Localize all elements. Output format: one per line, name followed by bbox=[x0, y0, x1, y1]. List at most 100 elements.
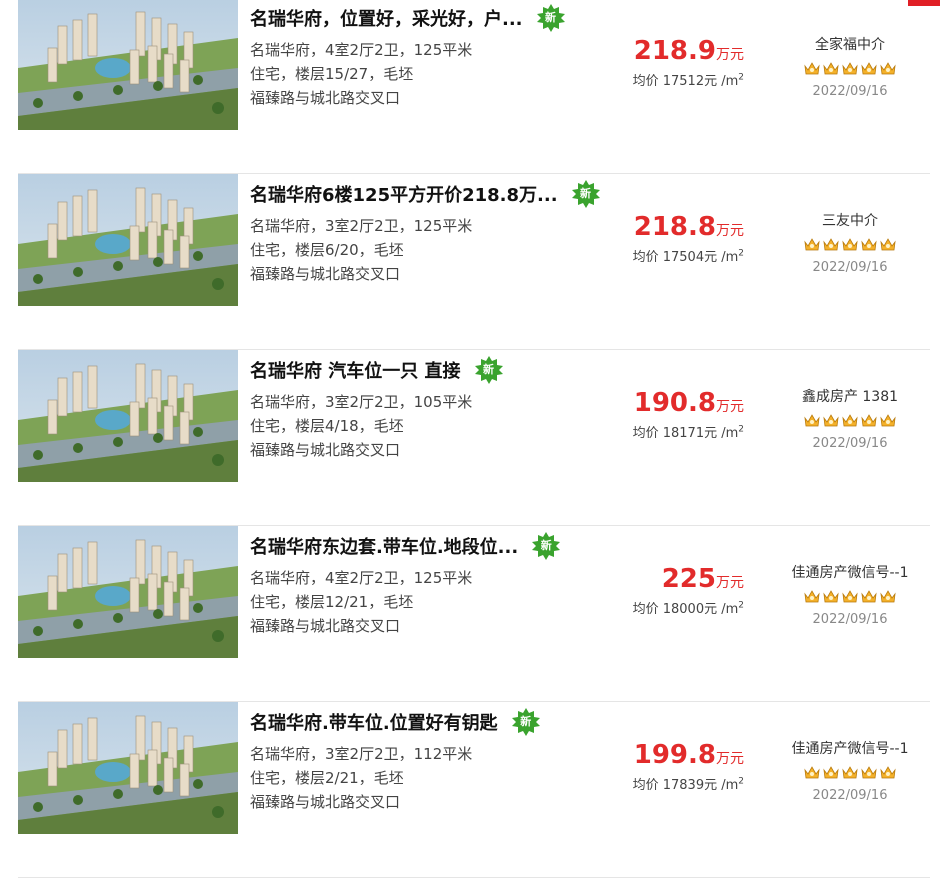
agent-rating bbox=[768, 764, 932, 782]
agent-rating bbox=[768, 60, 932, 78]
agent-block: 三友中介 2022/09/16 bbox=[768, 210, 932, 275]
crown-icon bbox=[804, 414, 820, 427]
listing-thumbnail[interactable] bbox=[18, 350, 238, 482]
new-badge: 新 bbox=[511, 708, 540, 736]
crown-icon bbox=[880, 238, 896, 251]
crown-icon bbox=[861, 766, 877, 779]
crown-icon bbox=[861, 590, 877, 603]
average-price: 均价 17504元 /m2 bbox=[632, 248, 744, 265]
listing-address: 福臻路与城北路交叉口 bbox=[250, 793, 401, 811]
listing-thumbnail[interactable] bbox=[18, 174, 238, 306]
listing-title-row: 名瑞华府，位置好，采光好，户... 新 bbox=[250, 4, 565, 32]
listing-floor-info: 住宅，楼层2/21，毛坯 bbox=[250, 769, 404, 787]
agent-block: 佳通房产微信号--1 2022/09/16 bbox=[768, 738, 932, 803]
new-badge: 新 bbox=[532, 532, 561, 560]
price-block: 225万元 均价 18000元 /m2 bbox=[618, 564, 744, 617]
total-price: 199.8万元 bbox=[633, 740, 744, 770]
listing-item[interactable]: 名瑞华府东边套.带车位.地段位... 新 名瑞华府，4室2厅2卫，125平米 住… bbox=[18, 526, 930, 702]
new-badge: 新 bbox=[474, 356, 503, 384]
listing-floor-info: 住宅，楼层12/21，毛坯 bbox=[250, 593, 414, 611]
listing-floor-info: 住宅，楼层15/27，毛坯 bbox=[250, 65, 414, 83]
crown-icon bbox=[823, 238, 839, 251]
post-date: 2022/09/16 bbox=[812, 260, 888, 275]
listing-specs: 名瑞华府，3室2厅2卫，112平米 bbox=[250, 745, 473, 763]
total-price: 225万元 bbox=[661, 564, 744, 594]
listing-address: 福臻路与城北路交叉口 bbox=[250, 89, 401, 107]
price-block: 190.8万元 均价 18171元 /m2 bbox=[618, 388, 744, 441]
listing-title-row: 名瑞华府 汽车位一只 直接 新 bbox=[250, 356, 503, 384]
crown-icon bbox=[880, 62, 896, 75]
crown-icon bbox=[842, 238, 858, 251]
crown-icon bbox=[842, 62, 858, 75]
average-price: 均价 17839元 /m2 bbox=[632, 776, 744, 793]
crown-icon bbox=[880, 766, 896, 779]
crown-icon bbox=[804, 766, 820, 779]
crown-icon bbox=[823, 590, 839, 603]
listing-item[interactable]: 名瑞华府 汽车位一只 直接 新 名瑞华府，3室2厅2卫，105平米 住宅，楼层4… bbox=[18, 350, 930, 526]
crown-icon bbox=[880, 414, 896, 427]
listing-item[interactable]: 名瑞华府6楼125平方开价218.8万... 新 名瑞华府，3室2厅2卫，125… bbox=[18, 174, 930, 350]
listing-specs: 名瑞华府，3室2厅2卫，105平米 bbox=[250, 393, 473, 411]
listing-floor-info: 住宅，楼层6/20，毛坯 bbox=[250, 241, 404, 259]
listing-title-row: 名瑞华府东边套.带车位.地段位... 新 bbox=[250, 532, 561, 560]
post-date: 2022/09/16 bbox=[812, 436, 888, 451]
listing-specs: 名瑞华府，4室2厅2卫，125平米 bbox=[250, 41, 473, 59]
listing-title-row: 名瑞华府.带车位.位置好有钥匙 新 bbox=[250, 708, 540, 736]
post-date: 2022/09/16 bbox=[812, 612, 888, 627]
agent-block: 全家福中介 2022/09/16 bbox=[768, 34, 932, 99]
listing-address: 福臻路与城北路交叉口 bbox=[250, 617, 401, 635]
crown-icon bbox=[804, 590, 820, 603]
crown-icon bbox=[842, 414, 858, 427]
crown-icon bbox=[842, 766, 858, 779]
listing-address: 福臻路与城北路交叉口 bbox=[250, 265, 401, 283]
crown-icon bbox=[842, 590, 858, 603]
listing-item[interactable]: 名瑞华府，位置好，采光好，户... 新 名瑞华府，4室2厅2卫，125平米 住宅… bbox=[18, 0, 930, 174]
agent-block: 佳通房产微信号--1 2022/09/16 bbox=[768, 562, 932, 627]
average-price: 均价 18171元 /m2 bbox=[632, 424, 744, 441]
crown-icon bbox=[861, 238, 877, 251]
listing-title[interactable]: 名瑞华府东边套.带车位.地段位... bbox=[250, 533, 518, 559]
post-date: 2022/09/16 bbox=[812, 788, 888, 803]
agent-rating bbox=[768, 588, 932, 606]
agent-rating bbox=[768, 412, 932, 430]
crown-icon bbox=[823, 414, 839, 427]
agent-name[interactable]: 全家福中介 bbox=[768, 34, 932, 54]
crown-icon bbox=[804, 62, 820, 75]
crown-icon bbox=[823, 766, 839, 779]
crown-icon bbox=[861, 62, 877, 75]
price-block: 199.8万元 均价 17839元 /m2 bbox=[618, 740, 744, 793]
listing-title[interactable]: 名瑞华府，位置好，采光好，户... bbox=[250, 5, 523, 31]
crown-icon bbox=[861, 414, 877, 427]
listing-thumbnail[interactable] bbox=[18, 702, 238, 834]
total-price: 218.8万元 bbox=[633, 212, 744, 242]
agent-rating bbox=[768, 236, 932, 254]
crown-icon bbox=[804, 238, 820, 251]
new-badge: 新 bbox=[571, 180, 600, 208]
average-price: 均价 18000元 /m2 bbox=[632, 600, 744, 617]
agent-name[interactable]: 鑫成房产 1381 bbox=[768, 386, 932, 406]
listing-title-row: 名瑞华府6楼125平方开价218.8万... 新 bbox=[250, 180, 600, 208]
new-badge: 新 bbox=[536, 4, 565, 32]
post-date: 2022/09/16 bbox=[812, 84, 888, 99]
listing-thumbnail[interactable] bbox=[18, 526, 238, 658]
crown-icon bbox=[823, 62, 839, 75]
average-price: 均价 17512元 /m2 bbox=[632, 72, 744, 89]
crown-icon bbox=[880, 590, 896, 603]
agent-block: 鑫成房产 1381 2022/09/16 bbox=[768, 386, 932, 451]
agent-name[interactable]: 佳通房产微信号--1 bbox=[768, 562, 932, 582]
total-price: 218.9万元 bbox=[633, 36, 744, 66]
agent-name[interactable]: 佳通房产微信号--1 bbox=[768, 738, 932, 758]
listing-title[interactable]: 名瑞华府 汽车位一只 直接 bbox=[250, 357, 461, 383]
listing-address: 福臻路与城北路交叉口 bbox=[250, 441, 401, 459]
listing-thumbnail[interactable] bbox=[18, 0, 238, 130]
listing-floor-info: 住宅，楼层4/18，毛坯 bbox=[250, 417, 404, 435]
total-price: 190.8万元 bbox=[633, 388, 744, 418]
price-block: 218.8万元 均价 17504元 /m2 bbox=[618, 212, 744, 265]
listing-specs: 名瑞华府，3室2厅2卫，125平米 bbox=[250, 217, 473, 235]
listing-title[interactable]: 名瑞华府6楼125平方开价218.8万... bbox=[250, 181, 558, 207]
agent-name[interactable]: 三友中介 bbox=[768, 210, 932, 230]
listing-title[interactable]: 名瑞华府.带车位.位置好有钥匙 bbox=[250, 709, 498, 735]
price-block: 218.9万元 均价 17512元 /m2 bbox=[618, 36, 744, 89]
listing-item[interactable]: 名瑞华府.带车位.位置好有钥匙 新 名瑞华府，3室2厅2卫，112平米 住宅，楼… bbox=[18, 702, 930, 878]
listing-specs: 名瑞华府，4室2厅2卫，125平米 bbox=[250, 569, 473, 587]
